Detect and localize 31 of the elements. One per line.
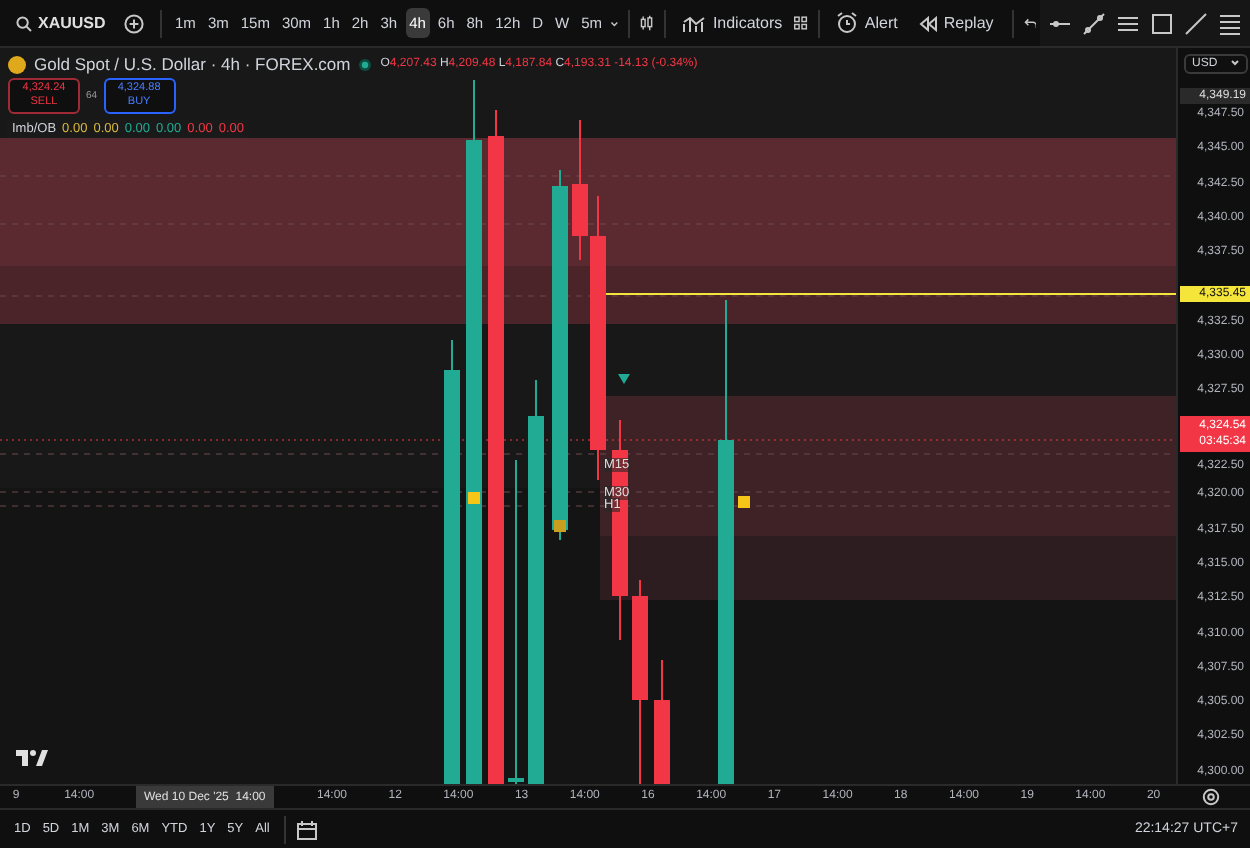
fib-levels-icon[interactable] (1218, 11, 1243, 35)
undo-icon[interactable] (1023, 16, 1037, 30)
symbol-search[interactable]: XAUUSD (8, 14, 114, 32)
rectangle-icon[interactable] (1150, 11, 1175, 35)
add-icon[interactable] (123, 13, 144, 33)
settings-icon[interactable] (1202, 788, 1220, 806)
ray-icon[interactable] (1184, 11, 1209, 35)
coin-icon (8, 55, 26, 73)
candle (654, 659, 670, 784)
chart-line-icon (682, 13, 707, 33)
square-marker (468, 492, 480, 504)
trend-line-icon[interactable] (1082, 11, 1107, 35)
calendar-icon[interactable] (295, 819, 318, 839)
parallel-lines-icon[interactable] (1116, 11, 1141, 35)
symbol-name: XAUUSD (38, 14, 106, 32)
chart-title: Gold Spot / U.S. Dollar · 4h · FOREX.com (34, 54, 351, 74)
rewind-icon (917, 15, 938, 31)
status-dot-icon (358, 57, 373, 71)
search-icon (16, 15, 32, 31)
square-marker (554, 520, 566, 532)
chevron-down-icon (1229, 58, 1240, 68)
square-marker (738, 496, 750, 508)
chevron-down-icon[interactable] (610, 17, 619, 29)
toolbar-button[interactable]: Replay (909, 10, 1002, 36)
toolbar-button[interactable]: Indicators (674, 9, 791, 37)
candles-icon[interactable] (640, 12, 654, 34)
logo-icon (16, 748, 48, 768)
alarm-clock-icon (836, 12, 859, 34)
grid-icon[interactable] (794, 14, 808, 32)
toolbar-button[interactable]: Alert (828, 8, 906, 38)
triangle-marker (618, 374, 630, 384)
